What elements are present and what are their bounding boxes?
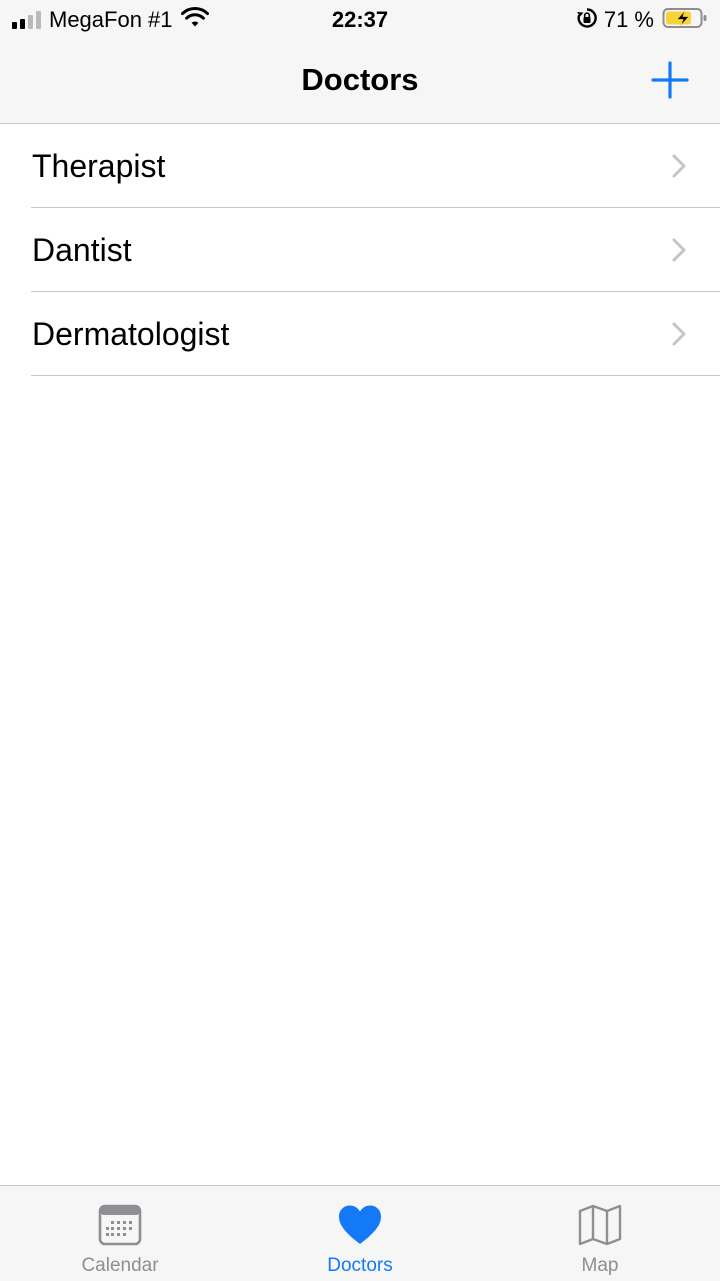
status-bar: MegaFon #1 22:37 71 % xyxy=(0,0,720,40)
list-item-label: Dantist xyxy=(32,232,132,268)
doctor-list: Therapist Dantist Dermatologist xyxy=(0,124,720,376)
chevron-right-icon xyxy=(672,238,686,262)
battery-charging-icon xyxy=(662,7,708,34)
navigation-bar: Doctors xyxy=(0,40,720,124)
tab-calendar[interactable]: Calendar xyxy=(0,1186,240,1281)
tab-bar: Calendar Doctors Map xyxy=(0,1185,720,1281)
tab-label-doctors: Doctors xyxy=(327,1255,393,1276)
chevron-right-icon xyxy=(672,154,686,178)
tab-doctors[interactable]: Doctors xyxy=(240,1186,480,1281)
list-item-dermatologist[interactable]: Dermatologist xyxy=(0,292,720,376)
chevron-right-icon xyxy=(672,322,686,346)
tab-label-calendar: Calendar xyxy=(81,1255,159,1276)
list-item-label: Therapist xyxy=(32,148,166,184)
heart-icon xyxy=(339,1205,381,1244)
status-right: 71 % xyxy=(576,6,708,34)
page-title: Doctors xyxy=(301,62,419,97)
list-item-label: Dermatologist xyxy=(32,316,230,352)
calendar-icon xyxy=(98,1204,142,1246)
orientation-lock-icon xyxy=(576,7,598,34)
tab-map[interactable]: Map xyxy=(480,1186,720,1281)
battery-percentage: 71 % xyxy=(603,7,654,32)
tab-label-map: Map xyxy=(581,1255,619,1276)
list-item-dantist[interactable]: Dantist xyxy=(0,208,720,292)
list-item-therapist[interactable]: Therapist xyxy=(0,124,720,208)
plus-icon xyxy=(651,61,689,99)
map-icon xyxy=(578,1204,622,1246)
add-doctor-button[interactable] xyxy=(650,60,690,100)
